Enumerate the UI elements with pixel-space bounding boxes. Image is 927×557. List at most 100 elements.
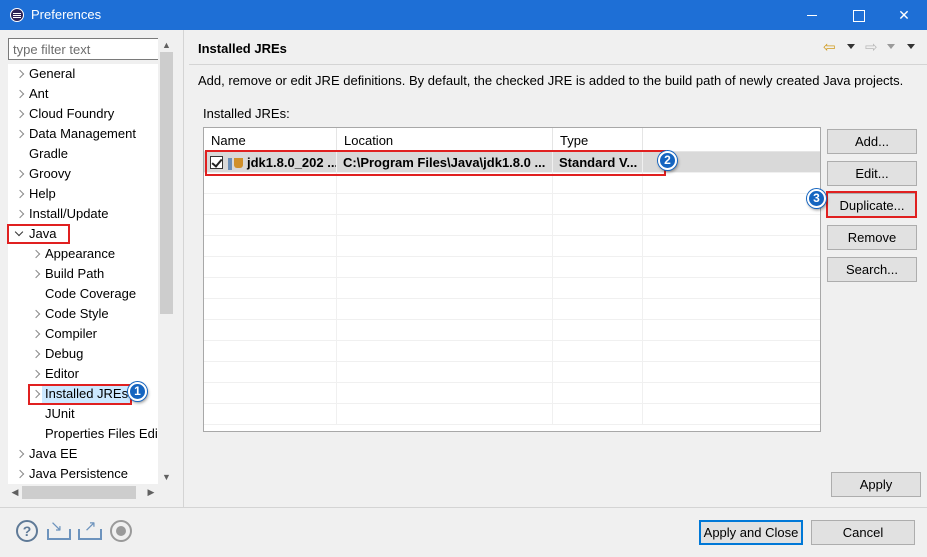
empty-cell — [204, 362, 337, 383]
import-icon[interactable] — [46, 517, 71, 542]
apply-and-close-button[interactable]: Apply and Close — [699, 520, 803, 545]
duplicate-button[interactable]: Duplicate... — [827, 193, 917, 218]
eclipse-icon — [10, 8, 24, 22]
export-icon[interactable] — [77, 517, 102, 542]
table-row[interactable]: jdk1.8.0_202 ... C:\Program Files\Java\j… — [204, 152, 820, 173]
tree-item-label: Install/Update — [29, 206, 109, 221]
filter-input[interactable] — [8, 38, 174, 60]
tree-item[interactable]: Appearance — [8, 244, 158, 264]
back-arrow-icon[interactable]: ⇦ — [823, 40, 836, 56]
tree-item[interactable]: Compiler — [8, 324, 158, 344]
scroll-right-icon[interactable]: ▶ — [144, 484, 158, 501]
empty-table-row — [204, 383, 820, 404]
empty-cell — [337, 320, 553, 341]
chevron-down-icon[interactable] — [16, 224, 26, 244]
back-dropdown-icon[interactable] — [847, 44, 855, 49]
chevron-right-icon[interactable] — [32, 364, 42, 384]
chevron-right-icon[interactable] — [32, 264, 42, 284]
chevron-right-icon[interactable] — [16, 84, 26, 104]
empty-cell — [553, 194, 643, 215]
empty-cell — [204, 173, 337, 194]
scroll-left-icon[interactable]: ◀ — [8, 484, 22, 501]
tree-horizontal-scrollbar[interactable]: ◀ ▶ — [8, 484, 158, 501]
cancel-button[interactable]: Cancel — [811, 520, 915, 545]
chevron-right-icon[interactable] — [16, 104, 26, 124]
tree-item[interactable]: Code Coverage — [8, 284, 158, 304]
callout-badge-2: 2 — [658, 151, 677, 170]
tree-item[interactable]: Java — [8, 224, 158, 244]
chevron-right-icon[interactable] — [16, 184, 26, 204]
tree-item[interactable]: Editor — [8, 364, 158, 384]
help-icon[interactable]: ? — [16, 520, 38, 542]
tree-item[interactable]: Install/Update — [8, 204, 158, 224]
close-button[interactable]: ✕ — [881, 0, 927, 30]
empty-cell — [553, 215, 643, 236]
empty-cell — [337, 173, 553, 194]
scroll-thumb[interactable] — [22, 486, 136, 499]
tree-item[interactable]: Help — [8, 184, 158, 204]
chevron-right-icon[interactable] — [16, 124, 26, 144]
tree-item-label: Compiler — [45, 326, 98, 341]
tree-item-label: Appearance — [45, 246, 116, 261]
chevron-right-icon[interactable] — [32, 324, 42, 344]
scroll-thumb[interactable] — [160, 52, 173, 314]
chevron-right-icon[interactable] — [16, 164, 26, 184]
tree-item[interactable]: Cloud Foundry — [8, 104, 158, 124]
jre-default-checkbox[interactable] — [210, 156, 223, 169]
empty-cell — [204, 383, 337, 404]
record-icon[interactable] — [110, 520, 132, 542]
tree-item[interactable]: Data Management — [8, 124, 158, 144]
tree-item-label: Code Style — [45, 306, 109, 321]
cell-name: jdk1.8.0_202 ... — [204, 152, 337, 173]
view-menu-icon[interactable] — [907, 44, 915, 49]
tree-item-label: Editor — [45, 366, 79, 381]
chevron-right-icon[interactable] — [32, 304, 42, 324]
empty-cell — [553, 404, 643, 425]
scroll-up-icon[interactable]: ▲ — [158, 38, 175, 52]
forward-dropdown-icon[interactable] — [887, 44, 895, 49]
empty-cell — [337, 383, 553, 404]
chevron-right-icon[interactable] — [16, 204, 26, 224]
maximize-button[interactable] — [835, 0, 881, 30]
scroll-down-icon[interactable]: ▼ — [158, 470, 175, 484]
tree-item[interactable]: Code Style — [8, 304, 158, 324]
column-header-type[interactable]: Type — [553, 128, 643, 152]
empty-cell — [204, 341, 337, 362]
chevron-right-icon[interactable] — [32, 384, 42, 404]
column-header-location[interactable]: Location — [337, 128, 553, 152]
chevron-right-icon[interactable] — [32, 344, 42, 364]
minimize-button[interactable] — [789, 0, 835, 30]
tree-item[interactable]: Properties Files Edit — [8, 424, 158, 444]
page-title: Installed JREs — [198, 41, 287, 56]
chevron-right-icon[interactable] — [16, 464, 26, 484]
chevron-right-icon[interactable] — [16, 444, 26, 464]
search-button[interactable]: Search... — [827, 257, 917, 282]
edit-button[interactable]: Edit... — [827, 161, 917, 186]
empty-cell — [337, 341, 553, 362]
tree-item[interactable]: Java EE — [8, 444, 158, 464]
tree-item[interactable]: Java Persistence — [8, 464, 158, 484]
pane-divider[interactable] — [183, 30, 184, 508]
tree-item[interactable]: Groovy — [8, 164, 158, 184]
cell-type: Standard V... — [553, 152, 643, 173]
tree-vertical-scrollbar[interactable]: ▲ ▼ — [158, 38, 175, 484]
empty-table-row — [204, 194, 820, 215]
chevron-right-icon[interactable] — [32, 244, 42, 264]
tree-item[interactable]: JUnit — [8, 404, 158, 424]
tree-item[interactable]: Ant — [8, 84, 158, 104]
chevron-right-icon[interactable] — [16, 64, 26, 84]
tree-item[interactable]: Build Path — [8, 264, 158, 284]
jre-table: Name Location Type jdk1.8.0_202 ... C:\P… — [203, 127, 821, 432]
add-button[interactable]: Add... — [827, 129, 917, 154]
tree-item[interactable]: Debug — [8, 344, 158, 364]
remove-button[interactable]: Remove — [827, 225, 917, 250]
tree-item-label: Java Persistence — [29, 466, 128, 481]
column-header-name[interactable]: Name — [204, 128, 337, 152]
jre-name: jdk1.8.0_202 ... — [247, 155, 337, 170]
forward-arrow-icon[interactable]: ⇨ — [865, 40, 878, 56]
apply-button[interactable]: Apply — [831, 472, 921, 497]
empty-cell — [337, 278, 553, 299]
tree-item[interactable]: Gradle — [8, 144, 158, 164]
tree-item[interactable]: General — [8, 64, 158, 84]
tree-item-label: Code Coverage — [45, 286, 137, 301]
